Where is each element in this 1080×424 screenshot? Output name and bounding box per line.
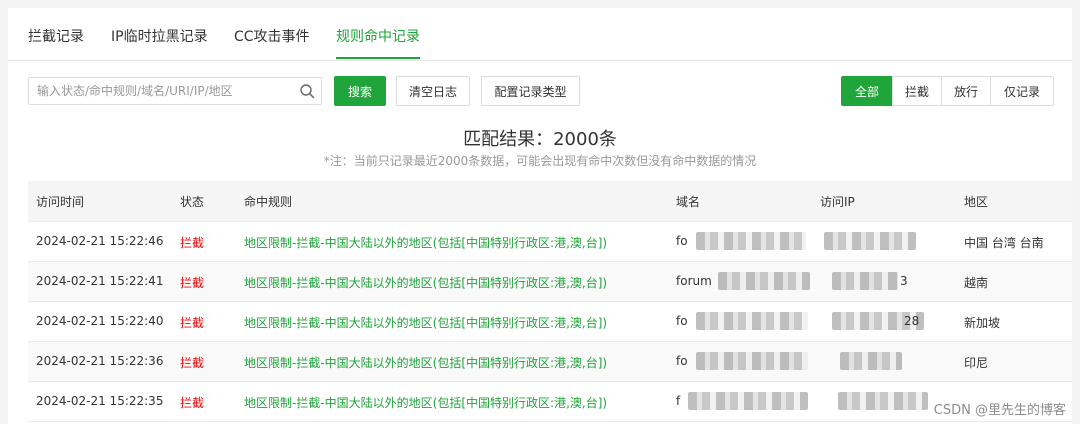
header-status: 状态 <box>180 195 205 209</box>
table-row[interactable]: 2024-02-21 15:22:40 拦截 地区限制-拦截-中国大陆以外的地区… <box>28 302 1072 342</box>
redacted-ip <box>832 272 898 290</box>
header-access-time: 访问时间 <box>36 195 85 209</box>
cell-rule: 地区限制-拦截-中国大陆以外的地区(包括[中国特别行政区:港,澳,台]) <box>244 316 608 330</box>
table-header: 访问时间 状态 命中规则 域名 访问IP 地区 <box>28 181 1072 222</box>
cell-status: 拦截 <box>180 236 205 250</box>
header-access-ip: 访问IP <box>820 195 855 209</box>
cell-status: 拦截 <box>180 316 205 330</box>
cell-status: 拦截 <box>180 276 205 290</box>
cell-rule: 地区限制-拦截-中国大陆以外的地区(包括[中国特别行政区:港,澳,台]) <box>244 356 608 370</box>
redacted-ip <box>840 352 902 370</box>
cell-time: 2024-02-21 15:22:40 <box>36 314 164 328</box>
cell-ip: 28 <box>904 314 920 328</box>
table-row[interactable]: 2024-02-21 15:22:36 拦截 地区限制-拦截-中国大陆以外的地区… <box>28 342 1072 382</box>
header-domain: 域名 <box>676 195 701 209</box>
cell-rule: 地区限制-拦截-中国大陆以外的地区(包括[中国特别行政区:港,澳,台]) <box>244 396 608 410</box>
cell-status: 拦截 <box>180 396 205 410</box>
redacted-ip <box>838 392 928 410</box>
cell-time: 2024-02-21 15:22:46 <box>36 234 164 248</box>
cell-rule: 地区限制-拦截-中国大陆以外的地区(包括[中国特别行政区:港,澳,台]) <box>244 236 608 250</box>
redacted-domain <box>688 392 808 410</box>
match-result-title: 匹配结果：2000条 <box>463 129 617 150</box>
cell-ip: 3 <box>900 274 908 288</box>
table-row[interactable]: 2024-02-21 15:22:41 拦截 地区限制-拦截-中国大陆以外的地区… <box>28 262 1072 302</box>
redacted-ip <box>824 232 916 250</box>
tab-bar: 拦截记录 IP临时拉黑记录 CC攻击事件 规则命中记录 <box>8 8 1072 61</box>
search-input[interactable] <box>29 78 297 104</box>
search-field[interactable] <box>28 77 322 105</box>
cell-region: 越南 <box>964 276 989 290</box>
filter-block[interactable]: 拦截 <box>892 76 942 106</box>
table-row[interactable]: 2024-02-21 15:22:35 拦截 地区限制-拦截-中国大陆以外的地区… <box>28 382 1072 422</box>
cell-time: 2024-02-21 15:22:36 <box>36 354 164 368</box>
config-record-type-button[interactable]: 配置记录类型 <box>481 76 580 106</box>
redacted-domain <box>696 232 806 250</box>
filter-all[interactable]: 全部 <box>841 76 893 106</box>
cell-region: 印尼 <box>964 356 989 370</box>
cell-domain: fo <box>676 354 688 368</box>
header-region: 地区 <box>964 195 989 209</box>
filter-record-only[interactable]: 仅记录 <box>990 76 1054 106</box>
tab-rule-hit-records[interactable]: 规则命中记录 <box>336 26 420 46</box>
cell-region: 新加坡 <box>964 316 1001 330</box>
clear-log-button[interactable]: 清空日志 <box>396 76 470 106</box>
rule-hit-table: 访问时间 状态 命中规则 域名 访问IP 地区 2024-02-21 15:22… <box>28 181 1072 422</box>
redacted-domain <box>718 272 810 290</box>
watermark: CSDN @里先生的博客 <box>933 403 1066 418</box>
cell-domain: f <box>676 394 681 408</box>
cell-region: 中国 台湾 台南 <box>964 236 1044 250</box>
cell-domain: forum <box>676 274 712 288</box>
cell-domain: fo <box>676 234 688 248</box>
tab-block-records[interactable]: 拦截记录 <box>28 26 84 46</box>
table-row[interactable]: 2024-02-21 15:22:46 拦截 地区限制-拦截-中国大陆以外的地区… <box>28 222 1072 262</box>
redacted-domain <box>696 312 808 330</box>
cell-domain: fo <box>676 314 688 328</box>
cell-time: 2024-02-21 15:22:41 <box>36 274 164 288</box>
search-button[interactable]: 搜索 <box>334 76 386 106</box>
filter-allow[interactable]: 放行 <box>941 76 991 106</box>
cell-status: 拦截 <box>180 356 205 370</box>
match-result-note: *注：当前只记录最近2000条数据，可能会出现有命中次数但没有命中数据的情况 <box>323 154 757 168</box>
active-tab-indicator <box>336 57 420 59</box>
tab-ip-temp-blacklist[interactable]: IP临时拉黑记录 <box>111 26 208 46</box>
cell-time: 2024-02-21 15:22:35 <box>36 394 164 408</box>
header-hit-rule: 命中规则 <box>244 195 293 209</box>
search-icon[interactable] <box>299 83 315 99</box>
waf-log-panel: 拦截记录 IP临时拉黑记录 CC攻击事件 规则命中记录 搜索 清空日志 配置记录… <box>8 8 1072 424</box>
tab-cc-attack-events[interactable]: CC攻击事件 <box>234 26 310 46</box>
cell-rule: 地区限制-拦截-中国大陆以外的地区(包括[中国特别行政区:港,澳,台]) <box>244 276 608 290</box>
redacted-domain <box>696 352 808 370</box>
